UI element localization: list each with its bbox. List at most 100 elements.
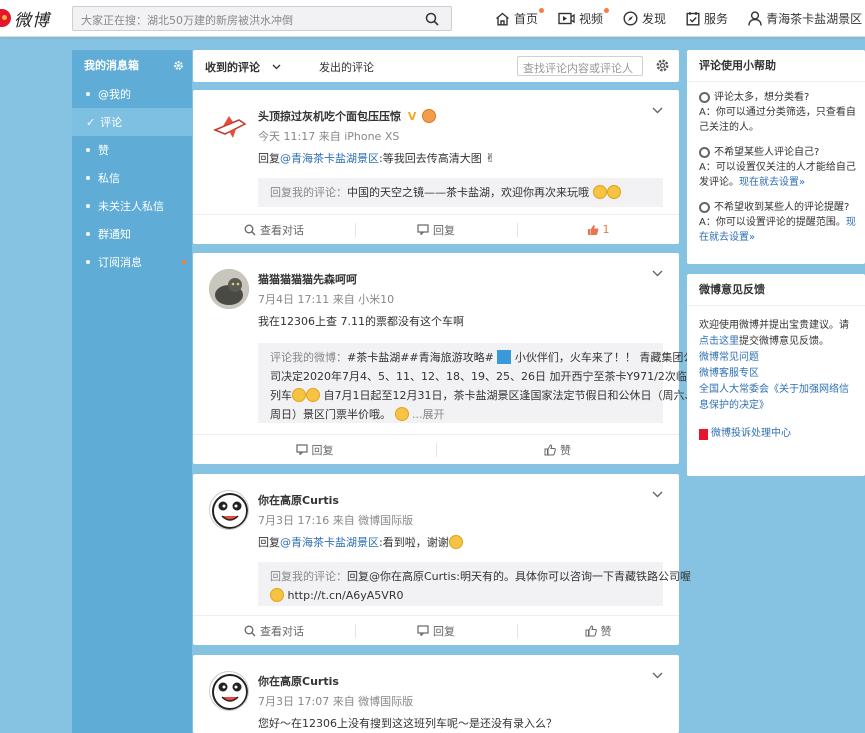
reply-text: :等我回去传高清大图 <box>379 152 482 165</box>
grin-emoji-icon <box>448 535 463 549</box>
nav-user-profile[interactable]: 青海茶卡盐湖景区 <box>748 10 862 27</box>
search-icon <box>244 625 256 636</box>
sidebar-item-stranger-messages[interactable]: 未关注人私信 <box>72 192 192 220</box>
feedback-text: 欢迎使用微博并提出宝贵建议。请 <box>699 320 849 331</box>
help-question: 不希望收到某些人的评论提醒? <box>699 200 857 215</box>
card-menu-chevron-icon[interactable] <box>652 103 663 117</box>
comment-author[interactable]: 你在高原Curtis <box>258 673 339 689</box>
bullet-icon <box>86 260 90 264</box>
search-icon[interactable] <box>425 12 439 29</box>
bullet-icon <box>86 176 90 180</box>
settings-link[interactable]: 现在就去设置» <box>739 177 805 188</box>
quote-text: 周日）景区门票半价哦。 <box>270 408 391 421</box>
sidebar-item-label: 群通知 <box>98 228 131 241</box>
comment-search-input[interactable]: 查找评论内容或评论人 <box>517 56 643 76</box>
global-search[interactable]: 大家正在搜：湖北50万建的新房被洪水冲倒 <box>72 6 452 31</box>
hashtag-text[interactable]: #茶卡盐湖##青海旅游攻略# <box>347 351 494 364</box>
sidebar-item-likes[interactable]: 赞 <box>72 136 192 164</box>
complaint-center-link[interactable]: 微博投诉处理中心 <box>699 426 857 442</box>
verified-badge: V <box>407 110 417 123</box>
settings-gear-icon[interactable] <box>655 58 670 76</box>
user-icon <box>748 11 762 26</box>
nav-video[interactable]: 视频 <box>558 8 610 27</box>
reply-button[interactable]: 回复 <box>355 215 517 244</box>
quoted-comment: 回复我的评论：中国的天空之镜——茶卡盐湖，欢迎你再次来玩哦 <box>258 178 663 207</box>
sidebar-item-group-notices[interactable]: 群通知 <box>72 220 192 248</box>
quote-text: 司决定2020年7月4、5、11、12、18、19、25、26日 加开西宁至茶卡… <box>270 370 720 383</box>
avatar[interactable] <box>209 490 249 530</box>
faq-link[interactable]: 微博常见问题 <box>699 350 857 366</box>
comment-author[interactable]: 头顶掠过灰机吃个面包压压惊 V <box>258 108 437 124</box>
tab-received-comments[interactable]: 收到的评论 <box>205 59 281 75</box>
feedback-text: 提交微博意见反馈。 <box>739 336 829 347</box>
chevron-down-icon <box>272 60 281 73</box>
view-conversation-button[interactable]: 查看对话 <box>193 616 355 645</box>
expand-link[interactable]: ...展开 <box>412 408 445 421</box>
feedback-click-here-link[interactable]: 点击这里 <box>699 336 739 347</box>
reply-bubble-icon <box>417 224 429 235</box>
nav-discover[interactable]: 发现 <box>623 10 666 27</box>
question-icon <box>699 147 710 158</box>
help-answer-text: A：你可以通过分类筛选，只查看自己关注的人。 <box>699 107 856 133</box>
help-answer: A：可以设置仅关注的人才能给自己发评论。现在就去设置» <box>699 160 857 190</box>
reply-prefix: 回复 <box>258 536 280 549</box>
avatar[interactable] <box>209 269 249 309</box>
quote-text: 中国的天空之镜——茶卡盐湖，欢迎你再次来玩哦 <box>347 186 589 199</box>
nav-service-label: 服务 <box>704 12 729 26</box>
help-answer-text: A：你可以设置评论的提醒范围。 <box>699 217 846 228</box>
mention-link[interactable]: @青海茶卡盐湖景区 <box>280 536 379 549</box>
action-label: 回复 <box>311 443 334 457</box>
reply-button[interactable]: 回复 <box>193 435 436 464</box>
like-button[interactable]: 1 <box>517 215 679 244</box>
nav-service[interactable]: 服务 <box>686 10 728 27</box>
search-icon <box>244 224 256 235</box>
comment-meta: 7月4日 17:11 来自 小米10 <box>258 293 395 306</box>
comment-search-placeholder: 查找评论内容或评论人 <box>523 62 633 75</box>
like-button[interactable]: 赞 <box>436 435 679 464</box>
npc-decision-link[interactable]: 全国人大常委会《关于加强网络信息保护的决定》 <box>699 382 857 414</box>
nav-home[interactable]: 首页 <box>495 8 545 27</box>
laugh-emoji-icon <box>592 185 607 199</box>
notification-dot <box>182 260 186 264</box>
check-icon: ✓ <box>86 115 96 129</box>
help-question-text: 不希望收到某些人的评论提醒? <box>714 202 850 213</box>
weibo-logo[interactable]: 微博 <box>0 7 50 31</box>
sidebar-item-mentions[interactable]: @我的 <box>72 80 192 108</box>
reply-button[interactable]: 回复 <box>355 616 517 645</box>
comment-author[interactable]: 猫猫猫猫猫先森呵呵 <box>258 271 357 287</box>
page-background <box>0 37 72 733</box>
card-menu-chevron-icon[interactable] <box>652 487 663 501</box>
bullet-icon <box>86 204 90 208</box>
view-conversation-button[interactable]: 查看对话 <box>193 215 355 244</box>
comment-meta: 7月3日 17:07 来自 微博国际版 <box>258 695 414 708</box>
tab-sent-comments[interactable]: 发出的评论 <box>319 59 374 75</box>
quote-link[interactable]: http://t.cn/A6yA5VR0 <box>288 589 404 602</box>
weibo-eye-icon <box>0 9 11 27</box>
customer-service-link[interactable]: 微博客服专区 <box>699 366 857 382</box>
avatar[interactable] <box>209 106 249 146</box>
sidebar-item-comments[interactable]: ✓ 评论 <box>72 108 192 136</box>
card-menu-chevron-icon[interactable] <box>652 668 663 682</box>
complaint-center-label: 微博投诉处理中心 <box>711 428 791 439</box>
comment-meta: 今天 11:17 来自 iPhone XS <box>258 130 400 143</box>
sidebar-item-messages[interactable]: 私信 <box>72 164 192 192</box>
bullet-icon <box>86 148 90 152</box>
sidebar-item-subscriptions[interactable]: 订阅消息 <box>72 248 192 276</box>
quote-text: 列车 <box>270 389 292 402</box>
mention-link[interactable]: @青海茶卡盐湖景区 <box>280 152 379 165</box>
like-button[interactable]: 赞 <box>517 616 679 645</box>
reply-bubble-icon <box>295 444 308 455</box>
feedback-body: 欢迎使用微博并提出宝贵建议。请点击这里提交微博意见反馈。 微博常见问题 微博客服… <box>687 306 865 442</box>
feedback-intro: 欢迎使用微博并提出宝贵建议。请点击这里提交微博意见反馈。 <box>699 318 857 350</box>
quote-label: 回复我的评论： <box>270 570 347 583</box>
comment-card: 头顶掠过灰机吃个面包压压惊 V 今天 11:17 来自 iPhone XS 回复… <box>193 90 679 244</box>
thumbs-up-icon <box>587 224 598 235</box>
action-label: 查看对话 <box>260 624 304 638</box>
action-label: 查看对话 <box>260 223 304 237</box>
gear-icon[interactable] <box>173 60 184 71</box>
avatar[interactable] <box>209 671 249 711</box>
comment-author[interactable]: 你在高原Curtis <box>258 492 339 508</box>
bullet-icon <box>86 92 90 96</box>
card-menu-chevron-icon[interactable] <box>652 266 663 280</box>
comment-help-panel: 评论使用小帮助 评论太多，想分类看? A：你可以通过分类筛选，只查看自己关注的人… <box>687 50 865 264</box>
